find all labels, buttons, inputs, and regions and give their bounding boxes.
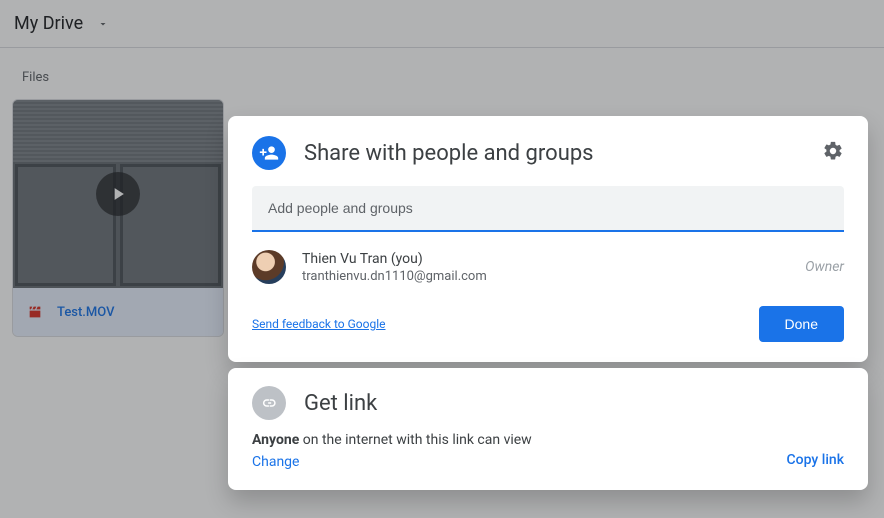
feedback-link[interactable]: Send feedback to Google <box>252 317 386 331</box>
user-role: Owner <box>805 259 844 275</box>
link-icon <box>252 386 286 420</box>
get-link-card: Get link Anyone on the internet with thi… <box>228 368 868 490</box>
done-button[interactable]: Done <box>759 306 844 342</box>
avatar <box>252 250 286 284</box>
get-link-title: Get link <box>304 391 844 416</box>
link-description: Anyone on the internet with this link ca… <box>252 432 532 448</box>
link-description-tail: on the internet with this link can view <box>299 432 531 448</box>
change-link[interactable]: Change <box>252 454 532 470</box>
people-plus-icon <box>252 136 286 170</box>
add-people-input[interactable] <box>252 186 844 232</box>
user-email: tranthienvu.dn1110@gmail.com <box>302 269 487 284</box>
share-dialog-title: Share with people and groups <box>304 141 804 166</box>
gear-icon[interactable] <box>822 140 844 166</box>
user-row: Thien Vu Tran (you) tranthienvu.dn1110@g… <box>252 250 844 284</box>
user-name: Thien Vu Tran (you) <box>302 251 487 267</box>
share-dialog: Share with people and groups Thien Vu Tr… <box>228 116 868 362</box>
copy-link-button[interactable]: Copy link <box>787 452 844 470</box>
link-anyone-label: Anyone <box>252 432 299 448</box>
